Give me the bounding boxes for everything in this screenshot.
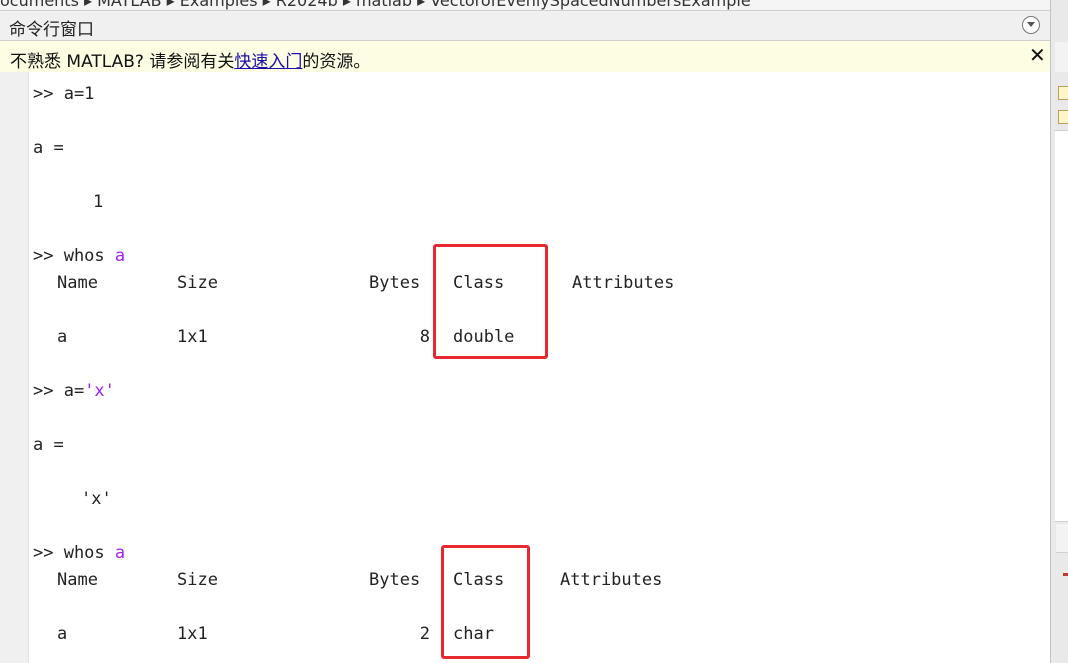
side-panel-header — [1055, 42, 1068, 72]
side-panel-content — [1055, 130, 1068, 522]
whos-header-size: Size — [177, 570, 218, 590]
whos-header-bytes: Bytes — [369, 570, 421, 590]
panel-title: 命令行窗口 — [9, 20, 94, 40]
breadcrumb-path[interactable]: ocuments ▸ MATLAB ▸ Examples ▸ R2024b ▸ … — [0, 0, 751, 10]
command-text: >> a=1 — [33, 84, 95, 104]
command-line: >> a='x' — [33, 381, 115, 401]
command-string: 'x' — [84, 381, 115, 401]
quick-start-link[interactable]: 快速入门 — [234, 52, 302, 72]
notice-prefix: 不熟悉 MATLAB? 请参阅有关 — [10, 52, 235, 72]
whos-row-name: a — [57, 624, 68, 644]
whos-header-attributes: Attributes — [560, 570, 663, 590]
breadcrumb[interactable]: ocuments ▸ MATLAB ▸ Examples ▸ R2024b ▸ … — [0, 0, 1050, 11]
class-highlight-box — [433, 244, 548, 359]
chevron-down-icon[interactable] — [1022, 16, 1040, 34]
command-line: >> whos a — [33, 246, 125, 266]
whos-row-size: 1x1 — [177, 624, 208, 644]
command-argument: a — [114, 246, 126, 266]
right-side-panel — [1050, 0, 1068, 663]
whos-header-name: Name — [57, 273, 98, 293]
output-value: 'x' — [81, 489, 112, 509]
command-line: >> whos a — [33, 543, 125, 563]
console-gutter — [0, 72, 29, 663]
whos-row-bytes: 8 — [419, 327, 430, 347]
whos-header-name: Name — [57, 570, 98, 590]
notice-bar: 不熟悉 MATLAB? 请参阅有关快速入门的资源。 ✕ — [0, 41, 1050, 73]
command-window[interactable]: >> a=1 a = 1 >> whos a Name Size Bytes C… — [29, 72, 1050, 663]
command-text: >> whos — [33, 543, 105, 563]
whos-row-size: 1x1 — [177, 327, 208, 347]
command-argument: a — [114, 543, 126, 563]
file-icon[interactable] — [1058, 86, 1068, 100]
output-var: a = — [33, 138, 64, 158]
notice-suffix: 的资源。 — [302, 52, 371, 72]
side-marker — [1063, 573, 1068, 576]
command-window-header: 命令行窗口 — [0, 11, 1050, 41]
whos-row-name: a — [57, 327, 68, 347]
command-text: >> a= — [33, 381, 85, 401]
whos-header-bytes: Bytes — [369, 273, 421, 293]
close-icon[interactable]: ✕ — [1029, 43, 1046, 67]
notice-text: 不熟悉 MATLAB? 请参阅有关快速入门的资源。 — [10, 47, 370, 72]
whos-header-attributes: Attributes — [572, 273, 675, 293]
command-text: >> whos — [33, 246, 105, 266]
side-panel-header — [1056, 524, 1068, 553]
folder-icon[interactable] — [1058, 110, 1068, 124]
output-var: a = — [33, 435, 64, 455]
command-line: >> a=1 — [33, 84, 94, 104]
output-value: 1 — [93, 192, 104, 212]
class-highlight-box — [441, 545, 530, 659]
whos-header-size: Size — [177, 273, 218, 293]
whos-row-bytes: 2 — [419, 624, 430, 644]
